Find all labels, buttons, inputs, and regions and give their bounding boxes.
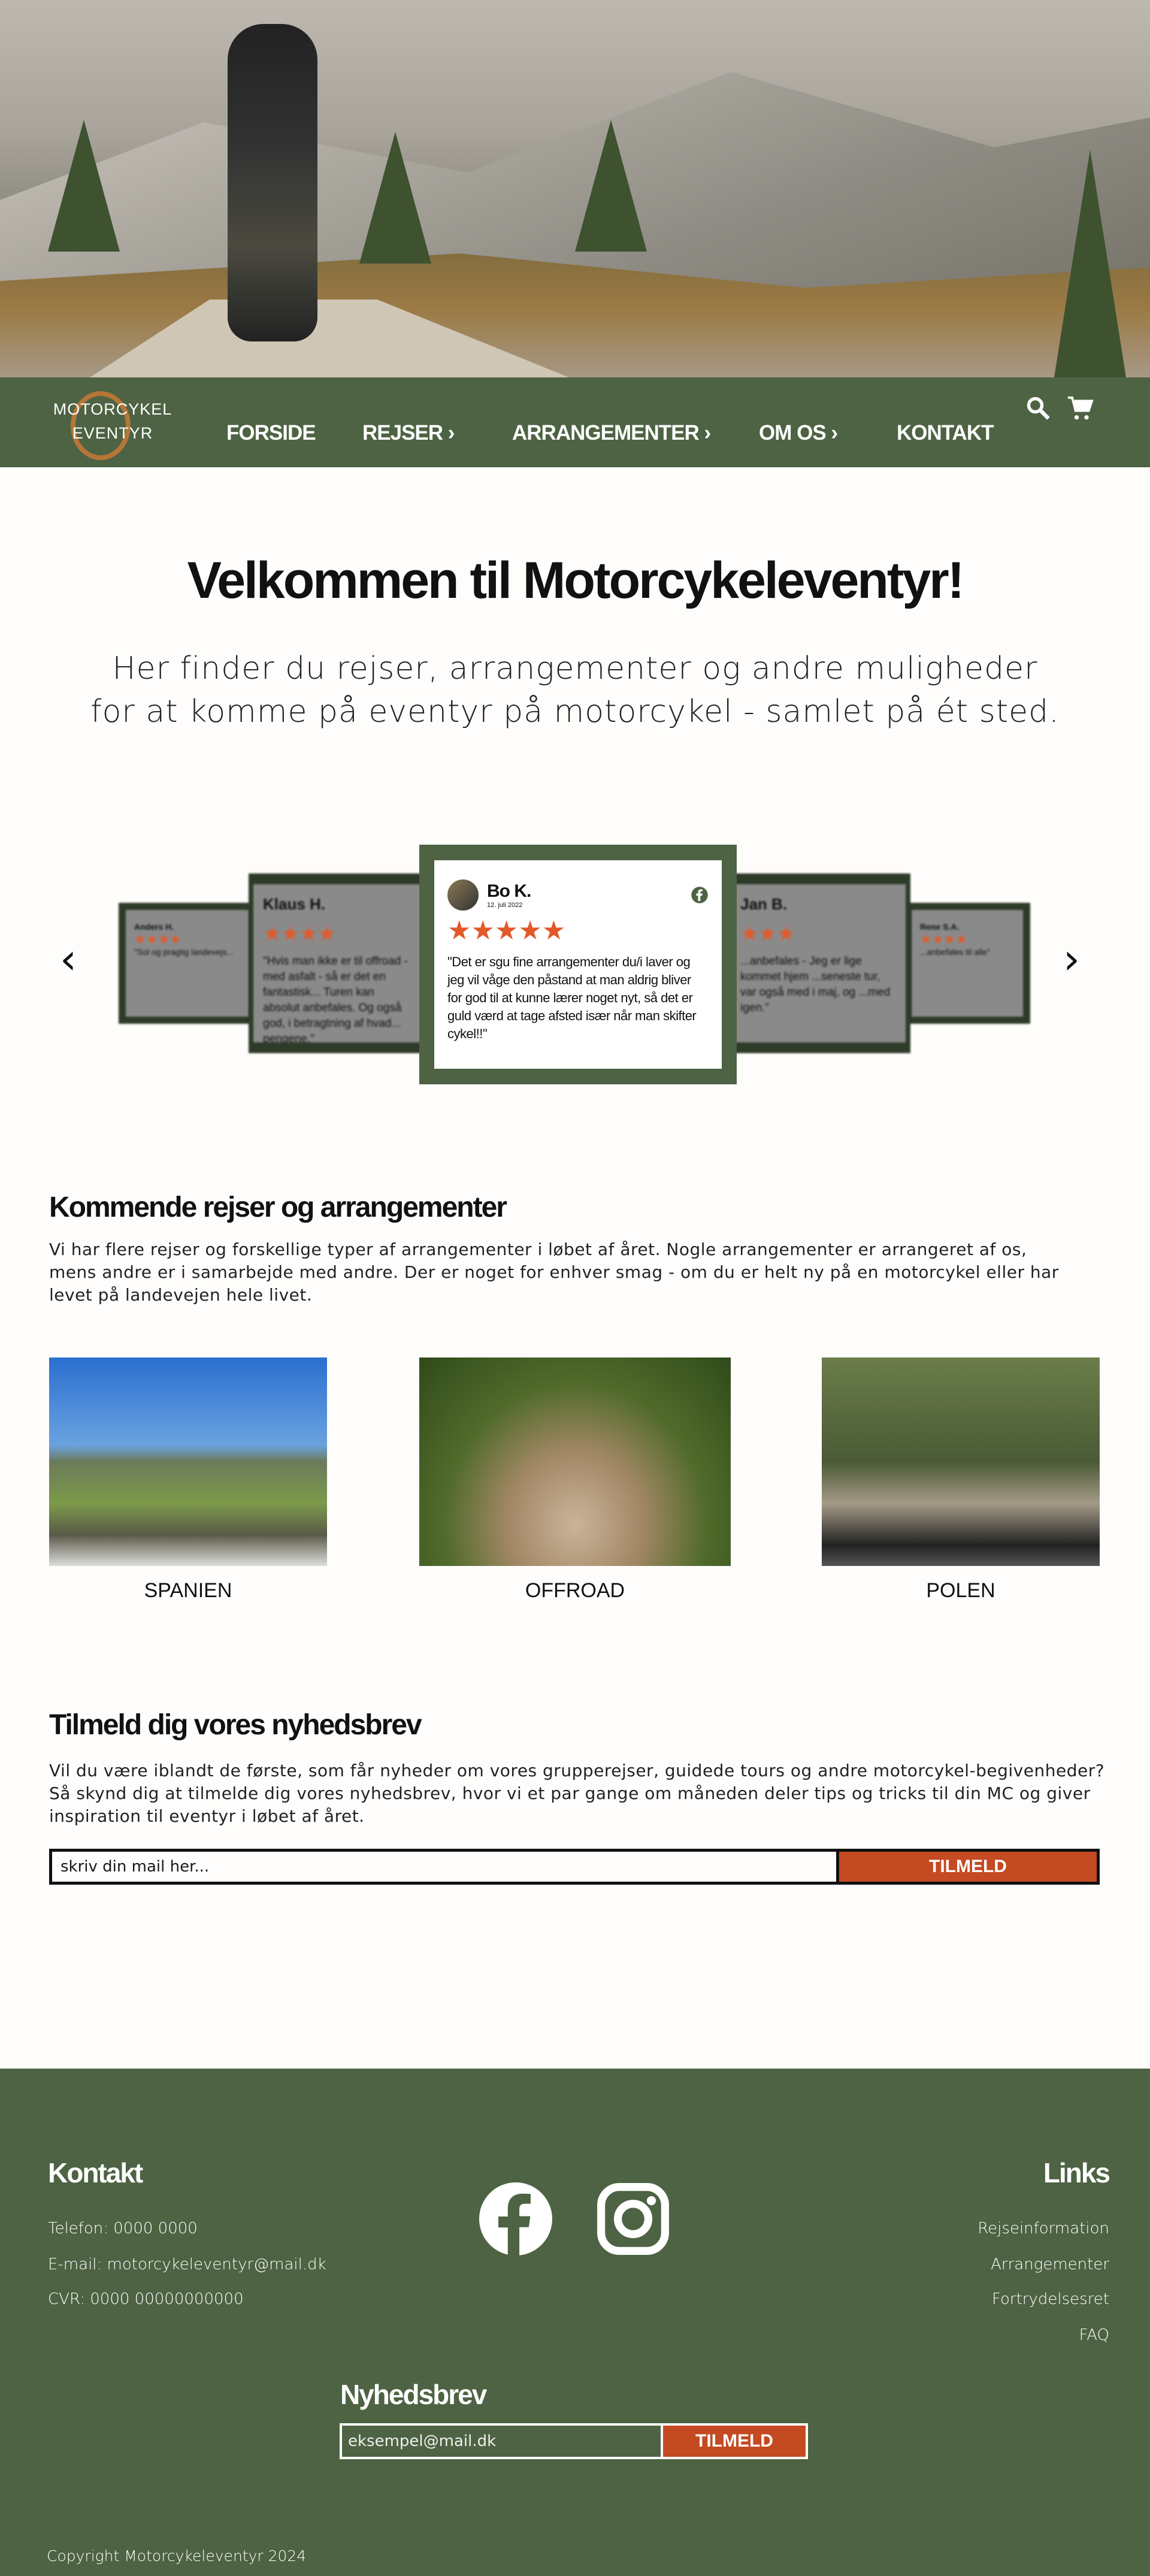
chevron-right-icon: ›	[447, 421, 455, 445]
newsletter-form: TILMELD	[49, 1849, 1100, 1885]
footer-newsletter-input[interactable]	[342, 2426, 661, 2457]
footer-email: E-mail: motorcykeleventyr@mail.dk	[48, 2255, 326, 2273]
reviewer-name: Bo K.	[487, 881, 531, 901]
review-card-active[interactable]: Bo K. 12. juli 2022 ★★★★★ "Det er sgu fin…	[419, 845, 737, 1084]
cart-icon[interactable]	[1066, 395, 1094, 422]
search-icon[interactable]	[1025, 395, 1052, 422]
instagram-icon[interactable]	[597, 2182, 670, 2255]
newsletter-heading: Tilmeld dig vores nyhedsbrev	[49, 1709, 422, 1741]
footer-links-heading: Links	[1043, 2157, 1110, 2188]
nav-forside[interactable]: FORSIDE	[226, 421, 316, 445]
review-text: "Det er sgu fine arrangementer du/i lave…	[447, 954, 697, 1041]
review-card[interactable]: Jan B. ★★★ ...anbefales - Jeg er lige komm…	[731, 873, 910, 1053]
newsletter-text: Vil du være iblandt de første, som får n…	[49, 1761, 1105, 1826]
footer-link-arrangementer[interactable]: Arrangementer	[991, 2255, 1109, 2273]
carousel-prev-button[interactable]: ‹	[60, 935, 77, 984]
footer	[0, 2069, 1150, 2576]
footer-link-fortrydelsesret[interactable]: Fortrydelsesret	[992, 2290, 1109, 2308]
carousel-next-button[interactable]: ›	[1063, 935, 1080, 984]
destination-image	[49, 1357, 327, 1566]
destination-spanien[interactable]: SPANIEN	[49, 1357, 327, 1602]
footer-newsletter-heading: Nyhedsbrev	[340, 2379, 487, 2410]
nav-om-os[interactable]: OM OS ›	[759, 421, 838, 445]
rating-stars: ★★★★★	[447, 916, 566, 945]
nav-rejser[interactable]: REJSER ›	[362, 421, 455, 445]
hero-image	[0, 0, 1150, 377]
footer-link-faq[interactable]: FAQ	[1079, 2326, 1109, 2344]
newsletter-submit-button[interactable]: TILMELD	[839, 1852, 1097, 1882]
nav-kontakt[interactable]: KONTAKT	[897, 421, 994, 445]
facebook-icon[interactable]	[479, 2182, 552, 2255]
avatar	[447, 879, 479, 911]
destination-polen[interactable]: POLEN	[822, 1357, 1100, 1602]
facebook-icon[interactable]	[691, 886, 709, 904]
footer-contact-heading: Kontakt	[48, 2157, 143, 2188]
nav-arrangementer[interactable]: ARRANGEMENTER ›	[512, 421, 711, 445]
destination-image	[419, 1357, 731, 1566]
page-subtitle: Her finder du rejser, arrangementer og a…	[90, 651, 1060, 730]
footer-link-rejseinformation[interactable]: Rejseinformation	[978, 2220, 1109, 2238]
page-title: Velkommen til Motorcykeleventyr!	[187, 552, 965, 609]
chevron-right-icon: ›	[704, 421, 711, 445]
upcoming-heading: Kommende rejser og arrangementer	[49, 1192, 507, 1223]
upcoming-text: Vi har flere rejser og forskellige typer…	[49, 1239, 1059, 1305]
review-card[interactable]: Anders H. ★★★★ "Sol og pragtig landevejs..…	[119, 903, 256, 1024]
footer-newsletter-form: TILMELD	[340, 2423, 808, 2459]
review-date: 12. juli 2022	[487, 902, 523, 909]
footer-phone: Telefon: 0000 0000	[48, 2220, 198, 2238]
logo[interactable]: MOTORCYKEL EVENTYR	[47, 391, 178, 460]
copyright: Copyright Motorcykeleventyr 2024	[47, 2547, 307, 2565]
footer-cvr: CVR: 0000 00000000000	[48, 2290, 244, 2308]
destination-image	[822, 1357, 1100, 1566]
destination-offroad[interactable]: OFFROAD	[419, 1357, 731, 1602]
review-card[interactable]: Rene S.A. ★★★★ ...anbefales til alle"	[904, 903, 1030, 1024]
newsletter-email-input[interactable]	[52, 1852, 836, 1882]
review-card[interactable]: Klaus H. ★★★★ "Hvis man ikke er til offroa…	[249, 873, 428, 1053]
chevron-right-icon: ›	[831, 421, 838, 445]
footer-newsletter-submit[interactable]: TILMELD	[663, 2426, 806, 2457]
